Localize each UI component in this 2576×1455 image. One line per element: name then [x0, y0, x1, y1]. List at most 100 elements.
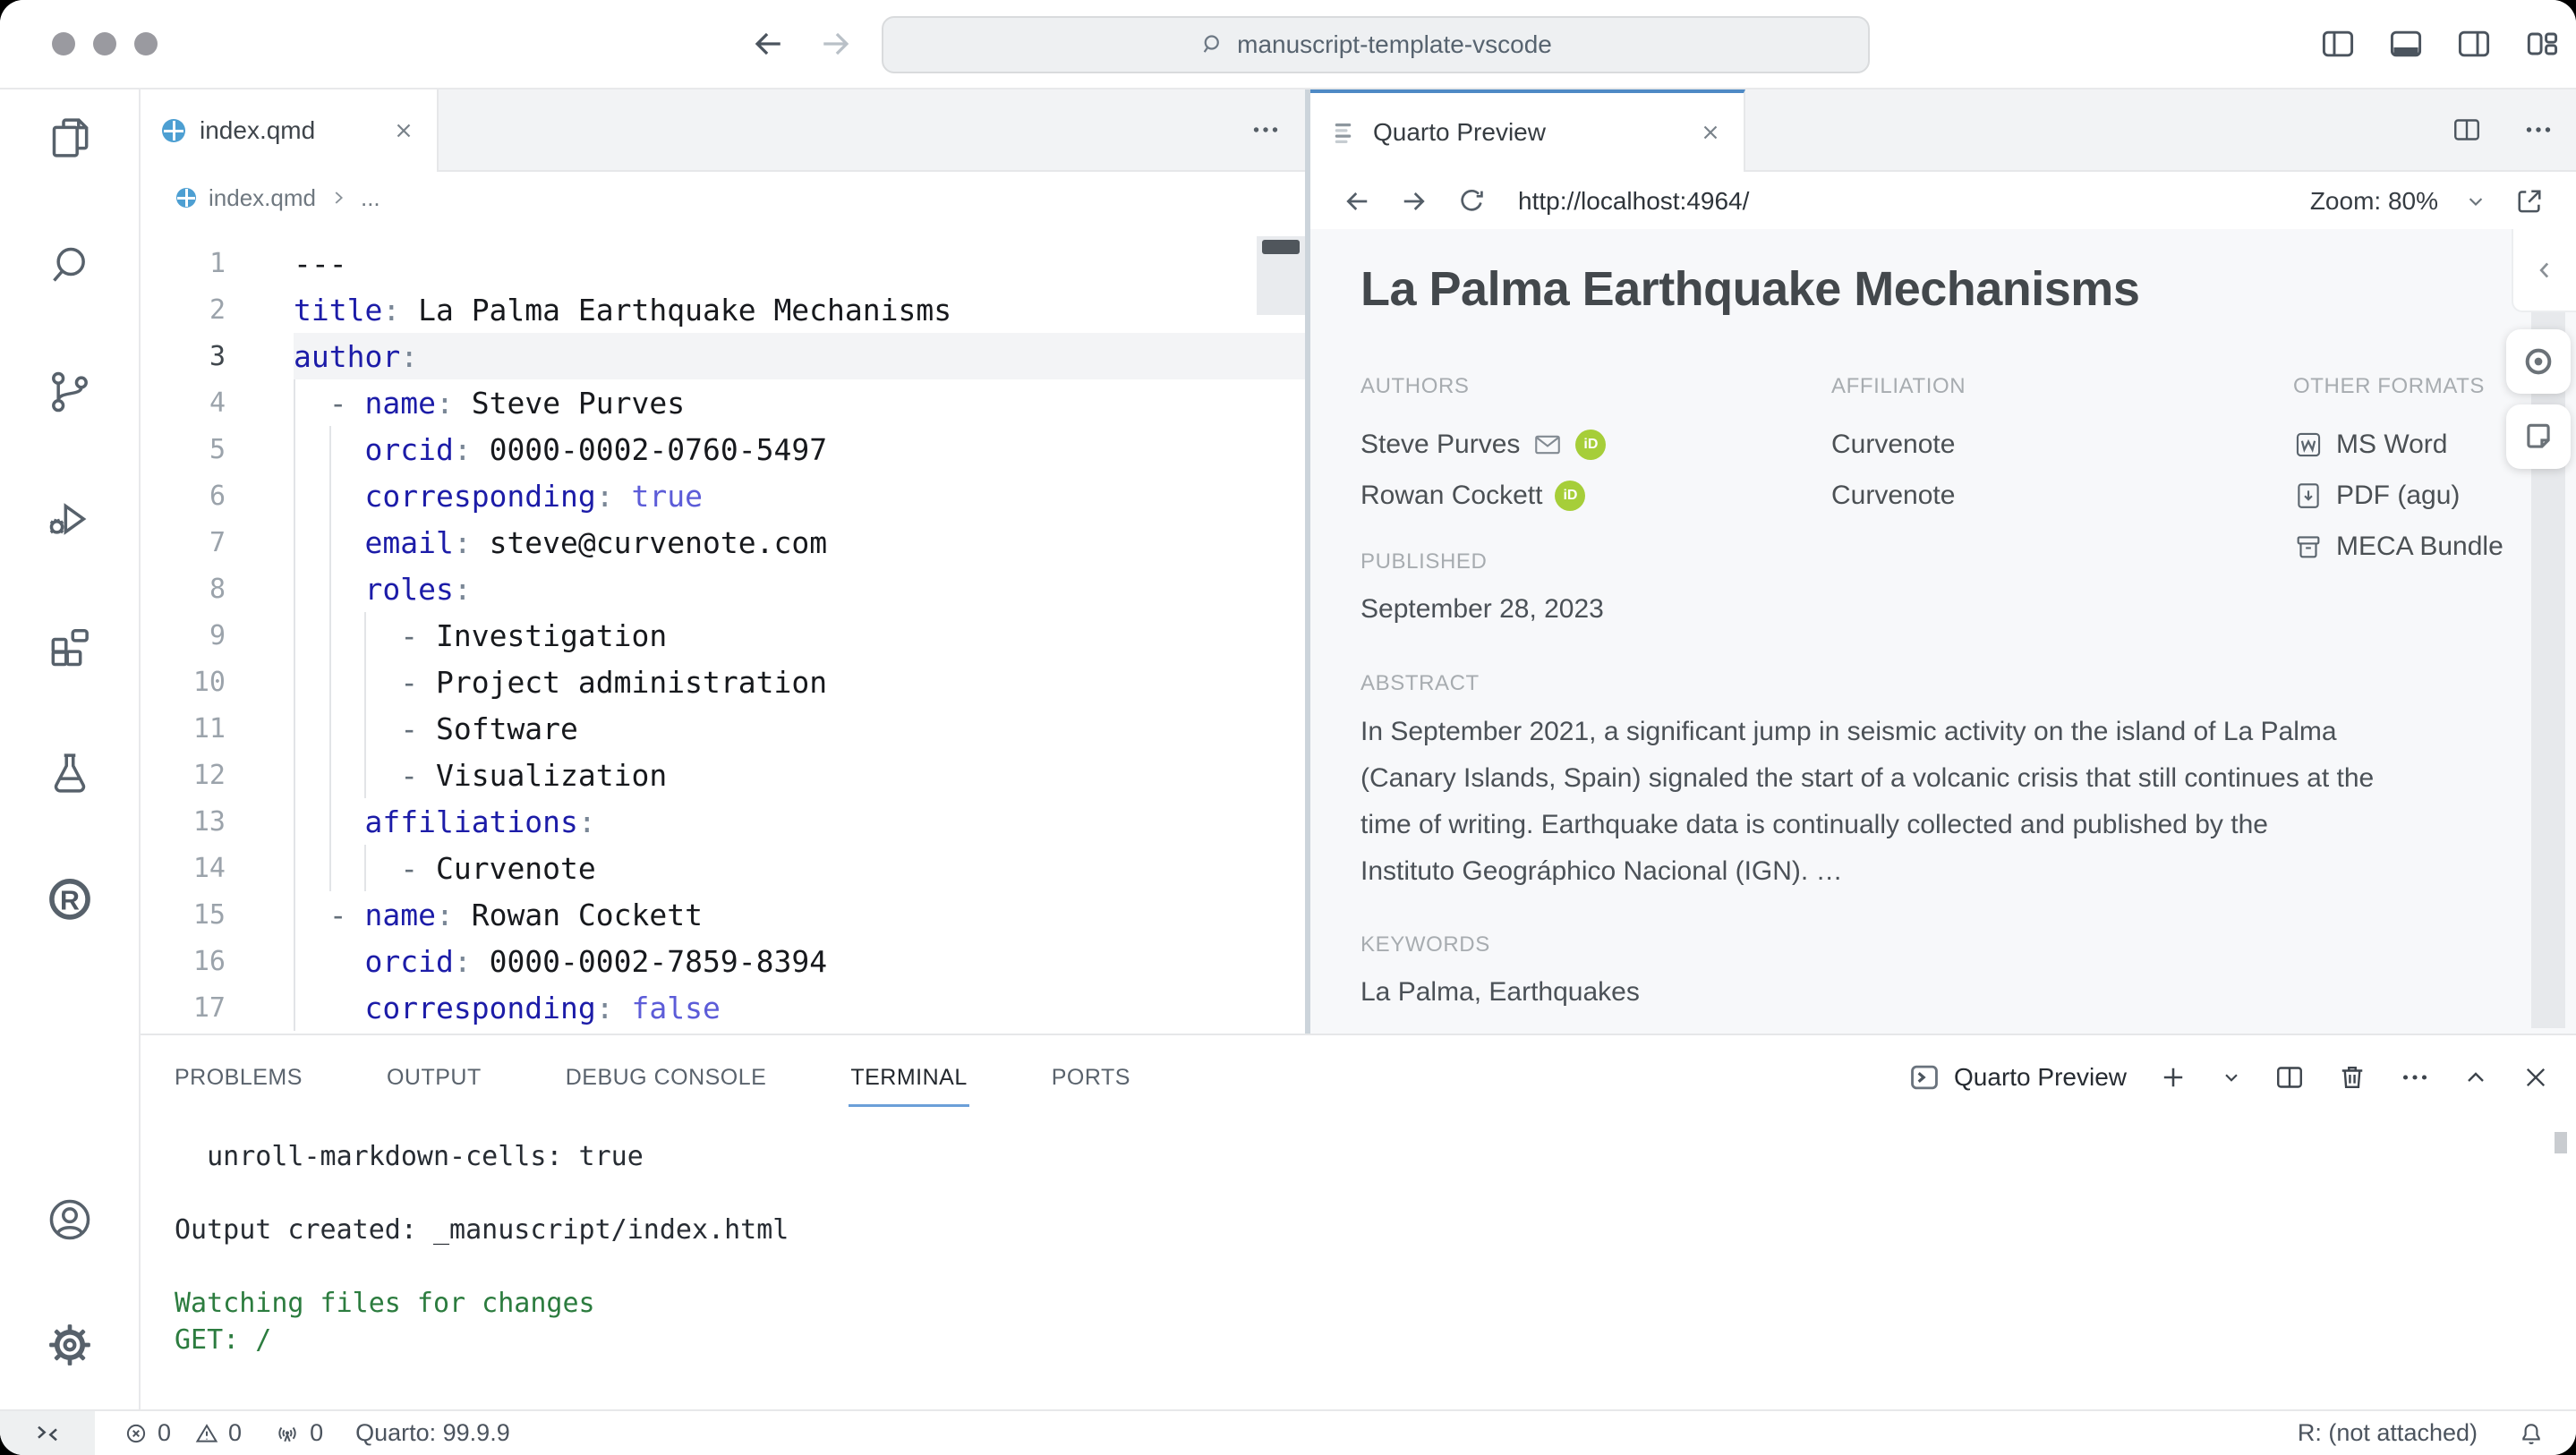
code-line[interactable]: 8 roles: [141, 566, 1305, 612]
close-window-icon[interactable] [52, 32, 75, 55]
preview-forward-icon[interactable] [1398, 185, 1430, 217]
zoom-level[interactable]: Zoom: 80% [2310, 187, 2438, 216]
r-status[interactable]: R: (not attached) [2298, 1419, 2478, 1447]
close-tab-icon[interactable] [1699, 121, 1722, 144]
quarto-version-status[interactable]: Quarto: 99.9.9 [355, 1419, 510, 1447]
format-link-pdf[interactable]: PDF (agu) [2293, 470, 2503, 521]
code-line[interactable]: 14 - Curvenote [141, 845, 1305, 891]
code-line[interactable]: 13 affiliations: [141, 798, 1305, 845]
collapse-outline-button[interactable] [2512, 229, 2576, 312]
run-and-debug-icon[interactable] [45, 494, 95, 544]
annotation-button[interactable] [2506, 404, 2571, 469]
code-line[interactable]: 2title: La Palma Earthquake Mechanisms [141, 286, 1305, 333]
source-control-icon[interactable] [45, 367, 95, 417]
code-line[interactable]: 12 - Visualization [141, 752, 1305, 798]
line-number: 7 [141, 527, 294, 558]
format-link-meca[interactable]: MECA Bundle [2293, 521, 2503, 572]
breadcrumb-file[interactable]: index.qmd [209, 184, 316, 212]
code-line[interactable]: 16 orcid: 0000-0002-7859-8394 [141, 938, 1305, 984]
code-line[interactable]: 11 - Software [141, 705, 1305, 752]
editor-actions-more-icon[interactable] [1250, 89, 1282, 170]
breadcrumb-more[interactable]: ... [361, 184, 380, 212]
split-terminal-icon[interactable] [2273, 1061, 2306, 1093]
orcid-icon[interactable]: iD [1575, 430, 1606, 460]
search-icon [1199, 31, 1226, 58]
keywords-section: KEYWORDS La Palma, Earthquakes [1361, 932, 1640, 1008]
code-line[interactable]: 17 corresponding: false [141, 984, 1305, 1031]
port-count: 0 [310, 1419, 323, 1447]
minimize-window-icon[interactable] [93, 32, 116, 55]
bell-icon[interactable] [2517, 1419, 2546, 1448]
panel-tab-output[interactable]: OUTPUT [387, 1065, 482, 1091]
mail-icon[interactable] [1532, 430, 1563, 460]
toggle-secondary-sidebar-icon[interactable] [2454, 24, 2494, 64]
panel-more-icon[interactable] [2399, 1061, 2431, 1093]
settings-gear-icon[interactable] [45, 1320, 95, 1370]
panel-tab-terminal[interactable]: TERMINAL [850, 1065, 967, 1091]
terminal-dropdown-icon[interactable] [2220, 1066, 2243, 1089]
editor-scrollbar[interactable] [1257, 236, 1305, 315]
code-line[interactable]: 10 - Project administration [141, 659, 1305, 705]
maximize-panel-icon[interactable] [2461, 1063, 2490, 1092]
code-line[interactable]: 5 orcid: 0000-0002-0760-5497 [141, 426, 1305, 472]
line-number: 14 [141, 853, 294, 884]
code-line[interactable]: 4 - name: Steve Purves [141, 379, 1305, 426]
chevron-down-icon[interactable] [2463, 189, 2488, 214]
search-icon[interactable] [45, 240, 95, 290]
problems-status[interactable]: 0 0 [124, 1419, 242, 1447]
close-tab-icon[interactable] [392, 119, 415, 142]
preview-back-icon[interactable] [1341, 185, 1373, 217]
new-terminal-icon[interactable] [2157, 1061, 2189, 1093]
panel-scrollbar-thumb[interactable] [2555, 1132, 2567, 1153]
tab-index-qmd[interactable]: index.qmd [141, 89, 439, 172]
panel-tab-ports[interactable]: PORTS [1052, 1065, 1130, 1091]
visibility-button[interactable] [2506, 329, 2571, 394]
line-number: 5 [141, 434, 294, 465]
activity-bar: R [0, 89, 141, 1409]
r-language-icon[interactable]: R [45, 875, 95, 925]
tab-label: index.qmd [200, 116, 315, 145]
format-link-ms-word[interactable]: MS Word [2293, 419, 2503, 470]
toggle-primary-sidebar-icon[interactable] [2318, 24, 2358, 64]
code-line[interactable]: 6 corresponding: true [141, 472, 1305, 519]
scrollbar-thumb[interactable] [1262, 240, 1300, 254]
tab-quarto-preview[interactable]: Quarto Preview [1310, 89, 1745, 172]
remote-indicator[interactable] [0, 1411, 95, 1455]
more-actions-icon[interactable] [2522, 114, 2555, 146]
code-line[interactable]: 15 - name: Rowan Cockett [141, 891, 1305, 938]
terminal-line [175, 1248, 2576, 1285]
explorer-icon[interactable] [45, 113, 95, 163]
pdf-icon [2293, 481, 2324, 511]
terminal-instance[interactable]: Quarto Preview [1907, 1060, 2127, 1094]
customize-layout-icon[interactable] [2522, 24, 2562, 64]
toggle-panel-icon[interactable] [2386, 24, 2426, 64]
command-center-search[interactable]: manuscript-template-vscode [882, 16, 1870, 73]
open-external-icon[interactable] [2513, 185, 2546, 217]
preview-url[interactable]: http://localhost:4964/ [1518, 187, 1749, 216]
close-panel-icon[interactable] [2521, 1062, 2551, 1093]
orcid-icon[interactable]: iD [1555, 481, 1585, 511]
maximize-window-icon[interactable] [134, 32, 158, 55]
code-line[interactable]: 1--- [141, 240, 1305, 286]
indent-guide [364, 612, 366, 798]
split-editor-icon[interactable] [2451, 114, 2483, 146]
broadcast-icon [274, 1420, 301, 1447]
kill-terminal-icon[interactable] [2336, 1061, 2368, 1093]
accounts-icon[interactable] [45, 1195, 95, 1245]
code-editor[interactable]: 1---2title: La Palma Earthquake Mechanis… [141, 222, 1305, 1034]
terminal-output[interactable]: unroll-markdown-cells: true Output creat… [141, 1119, 2576, 1409]
breadcrumb[interactable]: index.qmd ... [141, 172, 1305, 224]
preview-refresh-icon[interactable] [1455, 185, 1488, 217]
panel-tab-debug-console[interactable]: DEBUG CONSOLE [566, 1065, 767, 1091]
history-back-button[interactable] [748, 24, 788, 64]
extensions-icon[interactable] [45, 621, 95, 671]
ports-status[interactable]: 0 [274, 1419, 323, 1447]
testing-icon[interactable] [45, 748, 95, 798]
code-line[interactable]: 7 email: steve@curvenote.com [141, 519, 1305, 566]
vscode-window: manuscript-template-vscode [0, 0, 2576, 1455]
code-line[interactable]: 3author: [141, 333, 1305, 379]
panel-tab-problems[interactable]: PROBLEMS [175, 1065, 303, 1091]
code-line[interactable]: 9 - Investigation [141, 612, 1305, 659]
history-forward-button[interactable] [816, 24, 856, 64]
line-number: 6 [141, 481, 294, 512]
